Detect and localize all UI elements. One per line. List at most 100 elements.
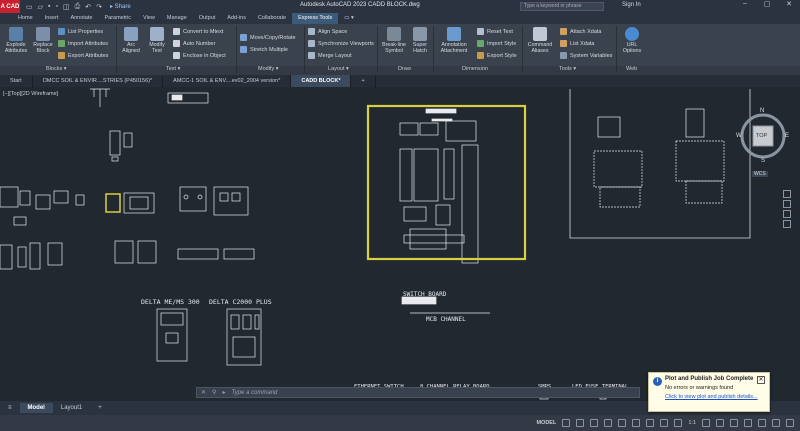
import-attributes-button[interactable]: Import Attributes [58, 40, 108, 47]
isolate-objects-icon[interactable] [758, 419, 766, 427]
steering-wheel-icon[interactable] [783, 190, 791, 198]
arc-aligned-button[interactable]: Arc Aligned [119, 27, 143, 54]
panel-blocks-label[interactable]: Blocks ▾ [46, 66, 67, 72]
replace-block-button[interactable]: Replace Block [31, 27, 55, 54]
align-space-button[interactable]: Align Space [308, 28, 347, 35]
doc-tab-cadd-block[interactable]: CADD BLOCK* [291, 75, 352, 87]
plot-details-link[interactable]: Click to view plot and publish details..… [665, 394, 765, 400]
tab-home[interactable]: Home [12, 13, 39, 24]
web-icon[interactable]: ◫ [63, 3, 70, 11]
undo-icon[interactable]: ↶ [85, 3, 91, 11]
drawing-canvas[interactable]: [−][Top][2D Wireframe] DELTA ME/MS 300 D… [0, 87, 800, 400]
lineweight-icon[interactable] [632, 419, 641, 427]
fullscreen-icon[interactable] [772, 419, 780, 427]
new-icon[interactable]: ▭ [26, 3, 33, 11]
viewcube-north[interactable]: N [760, 108, 764, 114]
viewcube-south[interactable]: S [761, 158, 765, 164]
command-aliases-button[interactable]: Command Aliases [524, 27, 556, 54]
open-icon[interactable]: ▱ [38, 3, 43, 11]
doc-tab-omcc[interactable]: OMCC SOIL & ENVIR....STRIES (P450156)* [33, 75, 164, 87]
plus-icon[interactable] [716, 419, 724, 427]
minimize-icon[interactable]: – [734, 0, 756, 8]
layout-list-icon[interactable]: ≡ [0, 403, 20, 413]
grid-icon[interactable] [562, 419, 571, 427]
panel-tools-label[interactable]: Tools ▾ [559, 66, 576, 72]
tab-insert[interactable]: Insert [39, 13, 65, 24]
sign-in-button[interactable]: Sign In [622, 2, 641, 8]
move-copy-rotate-button[interactable]: Move/Copy/Rotate [240, 34, 296, 41]
doc-tab-amcc[interactable]: AMCC-1 SOIL & ENV....ev02_2004 version* [163, 75, 292, 87]
stretch-multiple-button[interactable]: Stretch Multiple [240, 46, 288, 53]
tab-express-tools[interactable]: Express Tools [292, 13, 339, 24]
orbit-icon[interactable] [783, 220, 791, 228]
ortho-icon[interactable] [590, 419, 599, 427]
tab-output[interactable]: Output [193, 13, 222, 24]
wcs-menu[interactable]: WCS [752, 171, 768, 177]
panel-layout-label[interactable]: Layout ▾ [328, 66, 349, 72]
export-style-button[interactable]: Export Style [477, 52, 517, 59]
snap-icon[interactable] [576, 419, 585, 427]
print-icon[interactable]: ⎙ [75, 3, 81, 11]
viewcube-east[interactable]: E [785, 133, 789, 139]
new-tab-button[interactable]: + [351, 75, 376, 87]
osnap-icon[interactable] [618, 419, 627, 427]
list-properties-button[interactable]: List Properties [58, 28, 103, 35]
tab-addins[interactable]: Add-ins [221, 13, 252, 24]
new-layout-button[interactable]: + [90, 403, 110, 413]
system-variables-button[interactable]: System Variables [560, 52, 612, 59]
maximize-icon[interactable]: ▢ [756, 0, 778, 8]
share-button[interactable]: ▸ Share [110, 3, 131, 10]
breakline-symbol-button[interactable]: Break-line Symbol [380, 27, 408, 54]
quick-properties-icon[interactable] [744, 419, 752, 427]
tab-layout1[interactable]: Layout1 [53, 403, 90, 413]
modify-text-button[interactable]: Modify Text [145, 27, 169, 54]
import-style-button[interactable]: Import Style [477, 40, 516, 47]
customize-menu-icon[interactable] [786, 419, 794, 427]
save-as-icon[interactable]: ▫ [56, 3, 58, 11]
annotation-visibility-icon[interactable] [674, 419, 683, 427]
application-menu-button[interactable]: A CAD [0, 0, 20, 13]
tab-view[interactable]: View [137, 13, 161, 24]
viewcube-top-face[interactable]: TOP [756, 133, 767, 139]
redo-icon[interactable]: ↷ [96, 3, 102, 11]
reset-text-button[interactable]: Reset Text [477, 28, 513, 35]
annotation-attachment-button[interactable]: Annotation Attachment [436, 27, 472, 54]
units-icon[interactable] [730, 419, 738, 427]
merge-layout-button[interactable]: Merge Layout [308, 52, 352, 59]
url-options-button[interactable]: URL Options [620, 27, 644, 54]
tab-collaborate[interactable]: Collaborate [252, 13, 292, 24]
list-xdata-button[interactable]: List Xdata [560, 40, 594, 47]
command-settings-icon[interactable]: ⚲ [212, 389, 216, 396]
transparency-icon[interactable] [646, 419, 655, 427]
attach-xdata-button[interactable]: Attach Xdata [560, 28, 602, 35]
tab-manage[interactable]: Manage [161, 13, 193, 24]
export-attributes-button[interactable]: Export Attributes [58, 52, 108, 59]
save-icon[interactable]: ▪ [48, 3, 50, 11]
super-hatch-button[interactable]: Super Hatch [409, 27, 431, 54]
model-space-toggle[interactable]: MODEL [536, 420, 556, 426]
command-line[interactable]: ✕ ⚲ ▸ Type a command [196, 387, 640, 398]
pan-icon[interactable] [783, 200, 791, 208]
gear-icon[interactable] [702, 419, 710, 427]
auto-number-button[interactable]: Auto Number [173, 40, 215, 47]
panel-modify-label[interactable]: Modify ▾ [258, 66, 279, 72]
close-icon[interactable]: ✕ [778, 0, 800, 8]
selection-cycling-icon[interactable] [660, 419, 669, 427]
panel-text-label[interactable]: Text ▾ [166, 66, 180, 72]
zoom-extents-icon[interactable] [783, 210, 791, 218]
close-notification-button[interactable]: ✕ [757, 376, 765, 384]
convert-mtext-button[interactable]: Convert to Mtext [173, 28, 223, 35]
command-input[interactable]: Type a command [231, 390, 277, 396]
tab-panel-toggle[interactable]: ▭ ▾ [338, 13, 360, 24]
explode-attributes-button[interactable]: Explode Attributes [3, 27, 29, 54]
enclose-object-button[interactable]: Enclose in Object [173, 52, 226, 59]
polar-icon[interactable] [604, 419, 613, 427]
tab-parametric[interactable]: Parametric [98, 13, 137, 24]
sync-viewports-button[interactable]: Synchronize Viewports [308, 40, 374, 47]
close-command-icon[interactable]: ✕ [201, 389, 206, 396]
annotation-scale[interactable]: 1:1 [688, 420, 696, 426]
tab-annotate[interactable]: Annotate [64, 13, 98, 24]
viewcube-west[interactable]: W [736, 133, 742, 139]
doc-tab-start[interactable]: Start [0, 75, 33, 87]
tab-model[interactable]: Model [19, 403, 53, 413]
